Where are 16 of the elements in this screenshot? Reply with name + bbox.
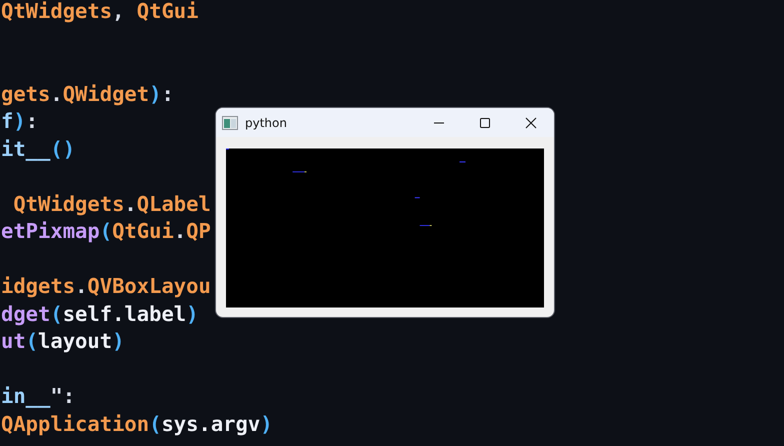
- code-line: gets.QWidget):: [1, 80, 174, 108]
- code-line: etPixmap(QtGui.QP: [1, 218, 211, 245]
- maximize-icon: [479, 116, 491, 128]
- code-line: in__":: [1, 383, 76, 410]
- code-line: dget(self.label): [1, 300, 198, 328]
- code-line: QtWidgets, QtGui: [1, 0, 198, 25]
- close-icon: [525, 116, 537, 128]
- code-line: it__(): [1, 136, 76, 163]
- window-app-icon: [222, 116, 238, 130]
- code-line: QApplication(sys.argv): [1, 410, 273, 438]
- minimize-icon: [433, 122, 445, 124]
- code-line: QtWidgets.QLabel: [12, 190, 211, 218]
- window-title: python: [245, 116, 288, 130]
- code-line: ut(layout): [1, 328, 124, 355]
- code-line: f):: [1, 108, 38, 135]
- code-line: idgets.QVBoxLayou: [1, 273, 211, 300]
